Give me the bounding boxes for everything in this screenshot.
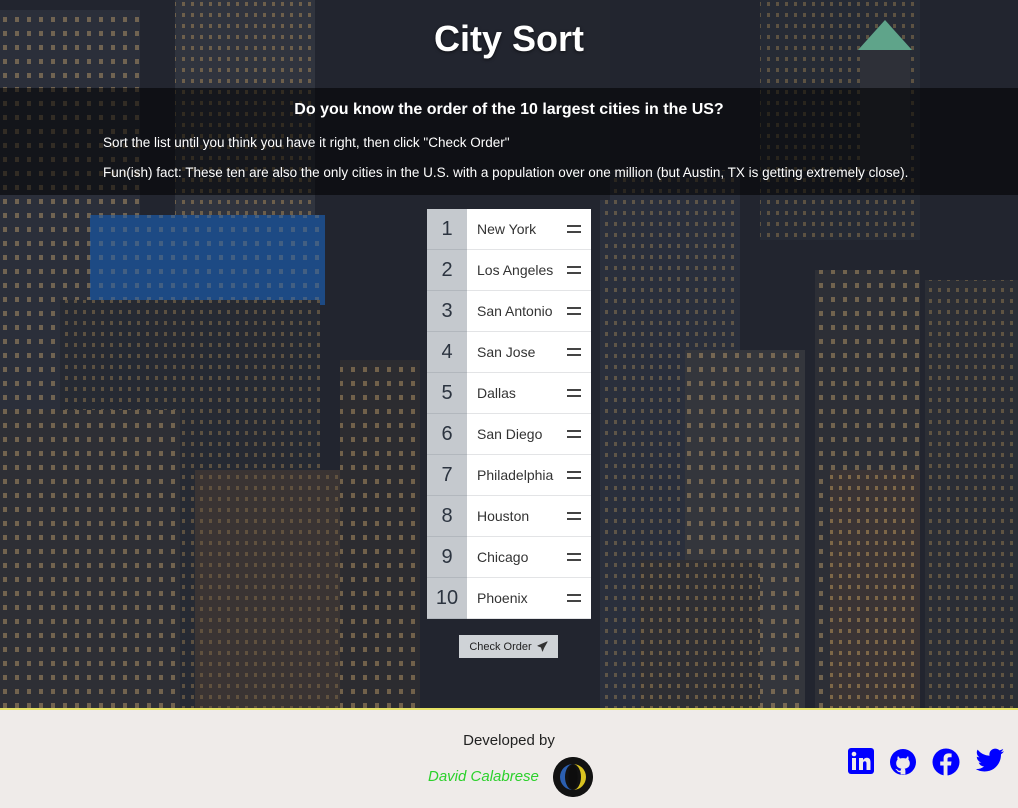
city-name: Chicago — [477, 549, 529, 565]
twitter-link[interactable] — [975, 748, 1005, 774]
drag-handle-icon[interactable] — [567, 553, 581, 561]
list-item[interactable]: 10 Phoenix — [427, 578, 591, 619]
developer-logo-avatar[interactable] — [553, 757, 593, 797]
site-footer: Developed by David Calabrese — [0, 708, 1018, 808]
rank-number: 4 — [427, 332, 467, 373]
city-name: New York — [477, 221, 537, 237]
page-title: City Sort — [433, 18, 584, 59]
rank-number: 2 — [427, 250, 467, 291]
list-item[interactable]: 9 Chicago — [427, 537, 591, 578]
city-name: Los Angeles — [477, 262, 554, 278]
intro-panel: Do you know the order of the 10 largest … — [0, 88, 1018, 195]
city-name: Dallas — [477, 385, 516, 401]
facebook-icon — [932, 748, 960, 776]
city-name: San Diego — [477, 426, 543, 442]
check-order-button[interactable]: Check Order — [459, 635, 558, 658]
city-name: San Antonio — [477, 303, 553, 319]
list-item[interactable]: 4 San Jose — [427, 332, 591, 373]
drag-handle-icon[interactable] — [567, 389, 581, 397]
rank-number: 7 — [427, 455, 467, 496]
drag-handle-icon[interactable] — [567, 266, 581, 274]
list-item[interactable]: 7 Philadelphia — [427, 455, 591, 496]
city-item[interactable]: Chicago — [467, 537, 591, 578]
list-item[interactable]: 8 Houston — [427, 496, 591, 537]
rank-number: 5 — [427, 373, 467, 414]
facebook-link[interactable] — [932, 748, 960, 776]
city-name: Philadelphia — [477, 467, 554, 483]
rank-number: 6 — [427, 414, 467, 455]
developed-by-label: Developed by — [463, 732, 555, 749]
city-sort-list: 1 New York 2 Los Angeles 3 San Antonio 4… — [427, 209, 591, 619]
intro-instruction: Sort the list until you think you have i… — [103, 135, 510, 150]
city-name: Houston — [477, 508, 530, 524]
twitter-icon — [975, 748, 1004, 772]
city-name: San Jose — [477, 344, 536, 360]
city-item[interactable]: New York — [467, 209, 591, 250]
intro-question: Do you know the order of the 10 largest … — [294, 101, 724, 118]
drag-handle-icon[interactable] — [567, 594, 581, 602]
developer-name-link[interactable]: David Calabrese — [428, 768, 539, 785]
drag-handle-icon[interactable] — [567, 225, 581, 233]
rank-number: 10 — [427, 578, 467, 619]
rank-number: 3 — [427, 291, 467, 332]
city-item[interactable]: Dallas — [467, 373, 591, 414]
rank-number: 9 — [427, 537, 467, 578]
city-item[interactable]: Houston — [467, 496, 591, 537]
check-order-label: Check Order — [469, 640, 532, 653]
github-link[interactable] — [889, 748, 917, 776]
city-name: Phoenix — [477, 590, 528, 606]
paper-plane-icon — [537, 641, 548, 652]
city-item[interactable]: Philadelphia — [467, 455, 591, 496]
list-item[interactable]: 6 San Diego — [427, 414, 591, 455]
city-item[interactable]: San Jose — [467, 332, 591, 373]
drag-handle-icon[interactable] — [567, 348, 581, 356]
list-item[interactable]: 1 New York — [427, 209, 591, 250]
drag-handle-icon[interactable] — [567, 430, 581, 438]
city-item[interactable]: San Antonio — [467, 291, 591, 332]
list-item[interactable]: 3 San Antonio — [427, 291, 591, 332]
city-item[interactable]: Phoenix — [467, 578, 591, 619]
rank-number: 1 — [427, 209, 467, 250]
drag-handle-icon[interactable] — [567, 471, 581, 479]
rank-number: 8 — [427, 496, 467, 537]
list-item[interactable]: 5 Dallas — [427, 373, 591, 414]
drag-handle-icon[interactable] — [567, 512, 581, 520]
linkedin-link[interactable] — [848, 748, 874, 774]
city-item[interactable]: San Diego — [467, 414, 591, 455]
list-item[interactable]: 2 Los Angeles — [427, 250, 591, 291]
intro-fact: Fun(ish) fact: These ten are also the on… — [103, 165, 909, 180]
drag-handle-icon[interactable] — [567, 307, 581, 315]
linkedin-icon — [848, 748, 874, 774]
github-icon — [890, 749, 916, 775]
developer-logo-icon — [553, 757, 593, 797]
city-item[interactable]: Los Angeles — [467, 250, 591, 291]
